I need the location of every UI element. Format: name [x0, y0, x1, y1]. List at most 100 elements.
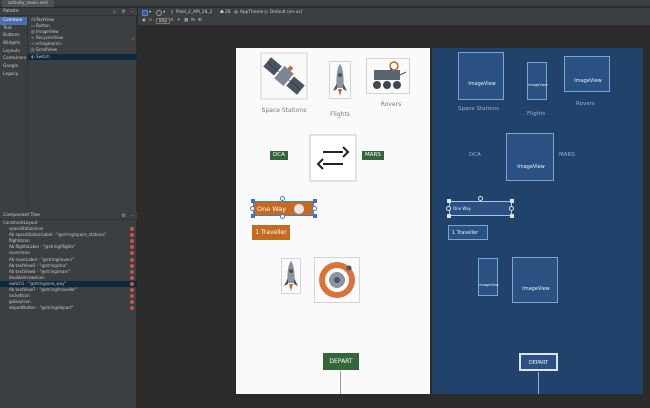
resize-handle[interactable] [251, 199, 255, 203]
error-icon[interactable] [130, 288, 134, 293]
palette-header: Palette ⌕ ⚙ – [0, 8, 137, 16]
galaxy-icon[interactable] [314, 257, 360, 303]
guidelines-icon[interactable]: ⊞ [198, 17, 202, 25]
error-icon[interactable] [130, 233, 134, 238]
palette-item-switch[interactable]: ◐Switch [28, 53, 137, 60]
resize-handle[interactable] [510, 199, 514, 203]
palette-item-label: Button [36, 23, 50, 29]
switch-thumb[interactable] [294, 204, 304, 214]
palette-category-google[interactable]: Google [0, 63, 27, 71]
constraint-handle-right[interactable] [312, 206, 317, 211]
bp-flights-label[interactable]: Flights [527, 111, 545, 117]
theme-selector[interactable]: AppTheme [240, 9, 263, 17]
error-icon[interactable] [130, 275, 134, 280]
android-icon: ☗ [220, 10, 224, 15]
magnet-icon[interactable]: ∩ [149, 17, 152, 25]
double-arrows-icon[interactable] [309, 134, 357, 182]
satellite-icon[interactable] [260, 52, 308, 100]
resize-handle[interactable] [251, 214, 255, 218]
constraint-handle-left[interactable] [250, 206, 255, 211]
error-icon[interactable] [130, 294, 134, 299]
resize-handle[interactable] [510, 214, 514, 218]
eye-icon[interactable]: ◉ [142, 17, 146, 25]
bp-dca-label[interactable]: DCA [469, 152, 481, 158]
bp-space-stations-label[interactable]: Space Stations [458, 106, 499, 112]
traveller-label[interactable]: 1 Traveller [252, 225, 290, 240]
error-icon[interactable] [130, 269, 134, 274]
device-selector[interactable]: Pixel_2_API_28_2 [176, 9, 212, 17]
error-icon[interactable] [130, 300, 134, 305]
palette-items: AbTextView ▭Button ▨ImageView ≡ RecyclerView… [27, 17, 137, 207]
palette-category-legacy[interactable]: Legacy [0, 71, 27, 79]
gear-icon[interactable]: ⚙ [121, 213, 125, 219]
error-icon[interactable] [130, 245, 134, 250]
flights-label[interactable]: Flights [323, 111, 357, 118]
align-icon[interactable]: ⊟ [191, 17, 195, 25]
palette-categories: Common Text Buttons Widgets Layouts Container… [0, 17, 27, 207]
error-icon[interactable] [130, 281, 134, 286]
bp-image-view[interactable]: ImageView [512, 257, 558, 303]
bp-rovers-label[interactable]: Rovers [576, 101, 595, 107]
palette-category-buttons[interactable]: Buttons [0, 32, 27, 40]
tree-row-label: Ab textView7 - "@string/traveller" [9, 287, 77, 293]
bp-one-way-switch[interactable]: One Way [449, 201, 512, 216]
chevron-down-icon[interactable]: ▾ [149, 9, 151, 17]
dca-label[interactable]: DCA [270, 151, 288, 160]
constraint-handle-right[interactable] [509, 206, 514, 211]
tree-row-label: doubleArrowsIcon [9, 274, 45, 280]
space-stations-label[interactable]: Space Stations [258, 107, 310, 114]
constraint-handle-bottom[interactable] [280, 214, 285, 219]
bp-image-view[interactable]: ImageView [478, 258, 499, 296]
error-icon[interactable] [130, 227, 134, 232]
rover-icon[interactable] [366, 58, 410, 94]
design-mode-icon[interactable] [142, 10, 148, 16]
palette-category-layouts[interactable]: Layouts [0, 48, 27, 56]
error-icon[interactable] [130, 263, 134, 268]
resize-handle[interactable] [447, 199, 451, 203]
palette-category-containers[interactable]: Containers [0, 55, 27, 63]
error-icon[interactable] [130, 239, 134, 244]
one-way-label: One Way [257, 205, 287, 213]
gear-icon[interactable]: ⚙ [121, 9, 125, 15]
mars-label[interactable]: MARS [362, 151, 384, 160]
error-icon[interactable] [130, 251, 134, 256]
rovers-label[interactable]: Rovers [374, 101, 408, 108]
palette-category-widgets[interactable]: Widgets [0, 40, 27, 48]
rocket-icon[interactable] [329, 61, 351, 99]
error-icon[interactable] [130, 257, 134, 262]
constraint-handle-left[interactable] [446, 206, 451, 211]
orientation-icon[interactable] [156, 10, 162, 16]
tree-row-label: rocketIcon [9, 293, 30, 299]
chevron-down-icon[interactable]: ▾ [163, 9, 165, 17]
resize-handle[interactable] [447, 214, 451, 218]
resize-handle[interactable] [313, 199, 317, 203]
bp-image-view[interactable]: ImageView [458, 52, 504, 100]
pack-icon[interactable]: ▦ [184, 17, 188, 25]
default-margin-button[interactable]: 8dp [156, 18, 171, 24]
search-icon[interactable]: ⌕ [113, 9, 116, 15]
tree-row-label: spaceStationIcon [9, 226, 44, 232]
palette-category-text[interactable]: Text [0, 25, 27, 33]
bp-image-view[interactable]: ImageView [506, 133, 554, 181]
file-tab[interactable]: activity_main.xml [2, 0, 54, 7]
bp-image-view[interactable]: ImageView [527, 62, 548, 100]
bp-image-view[interactable]: ImageView [564, 56, 610, 92]
minimize-icon[interactable]: – [132, 213, 135, 219]
infer-constraints-icon[interactable]: ✦ [177, 17, 181, 25]
error-icon[interactable] [130, 306, 134, 311]
palette-category-common[interactable]: Common [0, 17, 27, 25]
tree-row-label: Ab flightsLabel - "@string/flights" [9, 244, 76, 250]
api-selector[interactable]: 28 [225, 9, 230, 17]
minimize-icon[interactable]: – [132, 9, 135, 15]
clear-constraints-icon[interactable]: ✕ [170, 17, 174, 25]
constraint-handle-top[interactable] [280, 196, 285, 201]
bp-mars-label[interactable]: MARS [559, 152, 575, 158]
resize-handle[interactable] [313, 214, 317, 218]
bp-depart-button[interactable]: DEPART [519, 353, 558, 371]
tree-row[interactable]: departButton - "@string/depart" [0, 305, 137, 311]
constraint-handle-top[interactable] [478, 196, 483, 201]
depart-button[interactable]: DEPART [323, 353, 359, 370]
rocket-icon[interactable] [281, 258, 301, 294]
bp-traveller-label[interactable]: 1 Traveller [448, 225, 488, 240]
locale-selector[interactable]: Default (en-us) [270, 9, 302, 17]
